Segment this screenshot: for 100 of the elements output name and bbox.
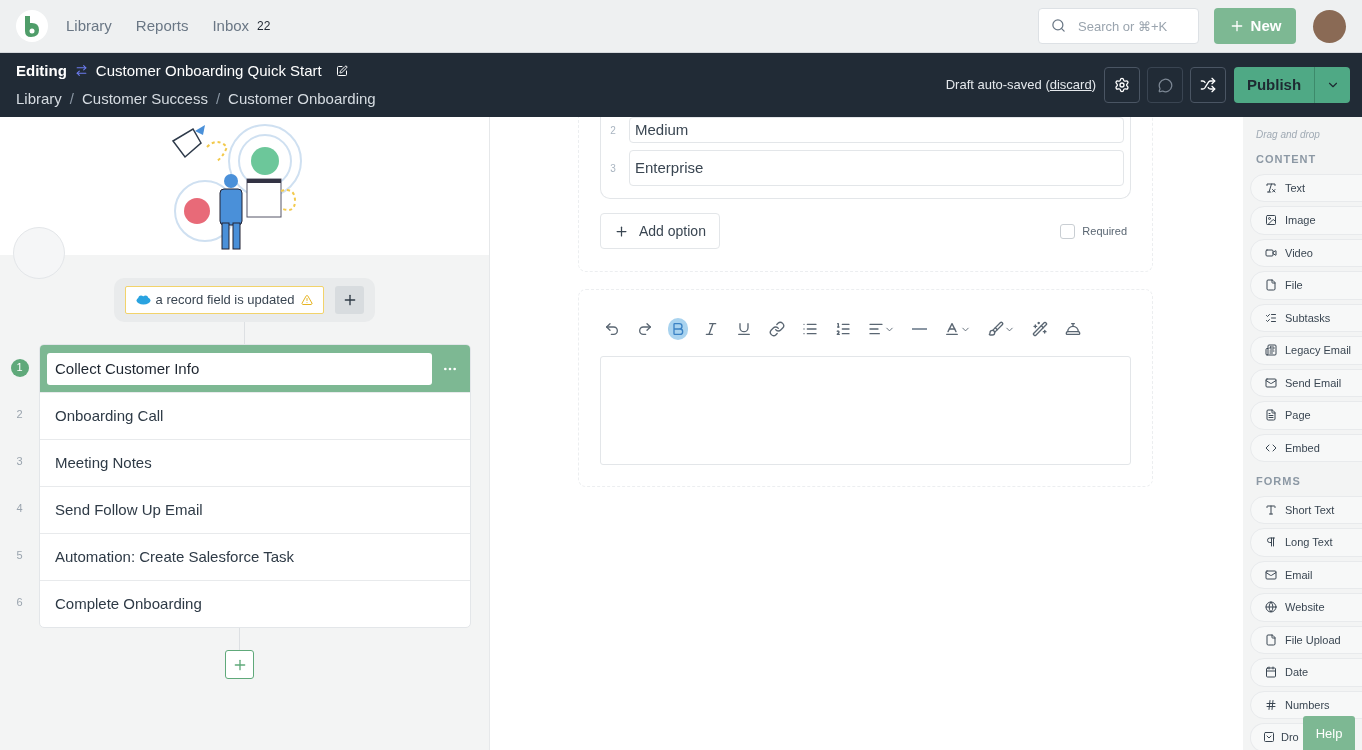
bullet-list-icon bbox=[802, 321, 818, 337]
block-item[interactable]: Short Text bbox=[1250, 495, 1362, 524]
envelope-icon bbox=[1265, 376, 1277, 389]
breadcrumb-separator: / bbox=[69, 89, 75, 109]
settings-icon bbox=[1114, 77, 1130, 93]
calendar-icon bbox=[1265, 666, 1277, 679]
dropdown-icon bbox=[1263, 731, 1275, 744]
block-label: Image bbox=[1285, 213, 1316, 228]
settings-button[interactable] bbox=[1104, 67, 1140, 103]
block-label: Send Email bbox=[1285, 375, 1342, 391]
bold-icon bbox=[670, 321, 686, 337]
nav-link[interactable]: Reports bbox=[135, 14, 189, 38]
option-field[interactable]: Enterprise bbox=[629, 150, 1124, 186]
block-label: Long Text bbox=[1285, 535, 1333, 550]
required-checkbox[interactable] bbox=[1060, 223, 1076, 239]
block-item[interactable]: Legacy Email bbox=[1250, 336, 1362, 365]
block-label: Date bbox=[1285, 665, 1309, 680]
section-heading: CONTENT bbox=[1256, 152, 1318, 167]
workflow-icon bbox=[74, 64, 88, 78]
step-title-field[interactable]: Collect Customer Info bbox=[47, 352, 432, 385]
block-item[interactable]: Video bbox=[1250, 238, 1362, 267]
block-item[interactable]: Page bbox=[1250, 401, 1362, 430]
block-item[interactable]: Text bbox=[1250, 173, 1362, 202]
underline-icon bbox=[736, 321, 752, 337]
block-label: File Upload bbox=[1285, 632, 1341, 648]
text-color-icon bbox=[944, 321, 960, 337]
step-row[interactable]: Meeting Notes bbox=[40, 439, 470, 486]
trigger-chip[interactable]: a record field is updated bbox=[124, 286, 325, 314]
option-number: 2 bbox=[609, 123, 617, 138]
option-field[interactable]: Medium bbox=[629, 117, 1124, 143]
step-row[interactable]: Collect Customer Info bbox=[40, 345, 470, 392]
warning-icon bbox=[301, 294, 314, 306]
comment-button[interactable] bbox=[1147, 67, 1183, 103]
globe-icon bbox=[1265, 601, 1277, 614]
user-avatar[interactable] bbox=[1313, 9, 1346, 43]
step-row[interactable]: Complete Onboarding bbox=[40, 580, 470, 627]
block-label: Embed bbox=[1285, 440, 1320, 456]
edit-icon[interactable] bbox=[335, 64, 348, 77]
step-number: 2 bbox=[16, 407, 23, 423]
step-row[interactable]: Automation: Create Salesforce Task bbox=[40, 533, 470, 580]
magic-wand-icon bbox=[1032, 321, 1048, 337]
block-item[interactable]: File bbox=[1250, 271, 1362, 300]
breadcrumb-link[interactable]: Customer Success bbox=[82, 88, 208, 111]
block-item[interactable]: Numbers bbox=[1250, 690, 1362, 719]
step-row[interactable]: Onboarding Call bbox=[40, 392, 470, 439]
plus-icon bbox=[614, 223, 629, 239]
text-icon bbox=[1265, 181, 1277, 194]
brush-icon bbox=[988, 321, 1004, 337]
align-icon bbox=[868, 321, 884, 337]
page-icon bbox=[1265, 409, 1277, 422]
shuffle-button[interactable] bbox=[1190, 67, 1226, 103]
step-row[interactable]: Send Follow Up Email bbox=[40, 486, 470, 533]
block-item[interactable]: Dro bbox=[1250, 723, 1303, 750]
breadcrumb-link[interactable]: Library bbox=[16, 88, 62, 111]
image-icon bbox=[1265, 214, 1277, 227]
publish-button[interactable]: Publish bbox=[1234, 67, 1314, 103]
redo-icon bbox=[637, 321, 653, 337]
step-number: 4 bbox=[16, 501, 23, 517]
nav-link[interactable]: Inbox 22 bbox=[212, 14, 271, 38]
block-label: Email bbox=[1285, 567, 1313, 583]
block-item[interactable]: Embed bbox=[1250, 433, 1362, 462]
step-number: 5 bbox=[16, 548, 23, 564]
block-item[interactable]: Website bbox=[1250, 593, 1362, 622]
letter-icon bbox=[1265, 503, 1277, 516]
italic-icon bbox=[703, 321, 719, 337]
block-item[interactable]: File Upload bbox=[1250, 625, 1362, 654]
add-option-button[interactable]: Add option bbox=[600, 213, 720, 249]
bold-button[interactable] bbox=[668, 318, 688, 340]
option-number: 3 bbox=[609, 161, 617, 176]
search-icon bbox=[1051, 18, 1066, 33]
block-item[interactable]: Date bbox=[1250, 658, 1362, 687]
block-item[interactable]: Long Text bbox=[1250, 528, 1362, 557]
block-label: Dro bbox=[1281, 730, 1299, 745]
shuffle-icon bbox=[1200, 77, 1216, 93]
block-item[interactable]: Send Email bbox=[1250, 368, 1362, 397]
app-logo[interactable] bbox=[16, 10, 48, 42]
section-heading: FORMS bbox=[1256, 474, 1302, 489]
required-label: Required bbox=[1082, 223, 1127, 239]
search-field[interactable]: Search or ⌘+K bbox=[1038, 8, 1199, 44]
block-label: Numbers bbox=[1285, 697, 1330, 713]
list-icon bbox=[1265, 311, 1277, 324]
add-trigger-button[interactable] bbox=[335, 286, 365, 314]
video-icon bbox=[1265, 246, 1277, 259]
file-icon bbox=[1265, 633, 1277, 646]
numbered-list-icon bbox=[835, 321, 851, 337]
block-item[interactable]: Subtasks bbox=[1250, 303, 1362, 332]
bell-icon bbox=[1065, 321, 1081, 337]
comment-icon bbox=[1157, 77, 1173, 93]
pilcrow-icon bbox=[1265, 536, 1277, 549]
block-label: Website bbox=[1285, 600, 1325, 615]
breadcrumb-link[interactable]: Customer Onboarding bbox=[228, 88, 376, 111]
block-label: File bbox=[1285, 278, 1303, 293]
link-icon bbox=[769, 321, 785, 337]
block-label: Page bbox=[1285, 408, 1311, 423]
block-item[interactable]: Email bbox=[1250, 560, 1362, 589]
workflow-title: Customer Onboarding Quick Start bbox=[95, 60, 322, 81]
nav-link[interactable]: Library bbox=[66, 14, 112, 38]
block-item[interactable]: Image bbox=[1250, 206, 1362, 235]
block-label: Legacy Email bbox=[1285, 343, 1352, 358]
add-step-button[interactable] bbox=[225, 650, 254, 679]
